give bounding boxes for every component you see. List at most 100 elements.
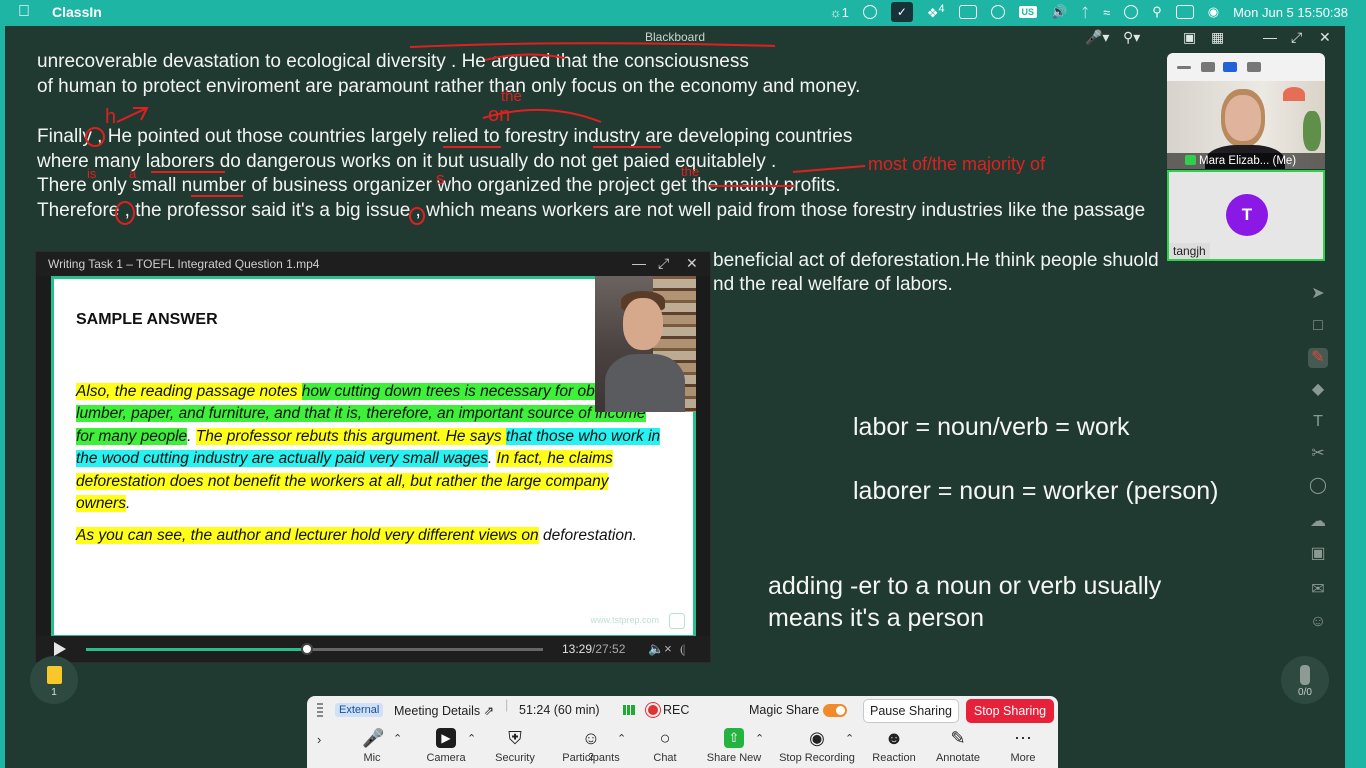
collapse-chevron-icon[interactable]: › [317,732,321,747]
participant-gallery: Mara Elizab... (Me) T tangjh [1167,53,1325,261]
external-badge: External [335,703,384,717]
chat-button[interactable]: ○ Chat [647,728,683,764]
video-controls: 13:29/27:52 🔈× ⦇ [36,636,710,662]
participants-options-chevron-icon[interactable]: ⌃ [617,732,626,745]
security-button[interactable]: ⛨ Security [493,728,537,764]
meeting-details-button[interactable]: Meeting Details ⇗ [394,703,494,718]
plain-text: . [125,495,131,513]
spotlight-search-icon[interactable]: ⚲ [1152,4,1162,20]
mic-button[interactable]: 🎤 Mic [355,728,389,764]
bluetooth-icon[interactable]: ᛏ [1081,5,1089,20]
video-player-window[interactable]: Writing Task 1 – TOEFL Integrated Questi… [35,251,711,663]
highlight-yellow: Also, the reading passage notes [76,383,302,400]
time-machine-icon[interactable] [990,5,1005,19]
highlight-yellow: The professor rebuts this argument. He s… [195,427,506,445]
control-center-icon[interactable] [1175,5,1194,19]
rec-label: REC [663,703,690,717]
participant-name-tangjh: tangjh [1169,243,1210,259]
eraser-tool-icon[interactable]: ◆ [1308,380,1328,400]
toolbox-icon[interactable]: ▣ [1308,544,1328,564]
shield-icon: ⛨ [508,728,522,748]
video-minimize-icon[interactable]: — [632,255,646,271]
participant-tile-me[interactable]: Mara Elizab... (Me) [1167,81,1325,169]
seek-bar[interactable] [86,643,543,655]
drag-handle-icon[interactable] [317,703,323,717]
document-icon [47,666,62,684]
zoom-status-bar: External Meeting Details ⇗ | 51:24 (60 m… [307,696,1058,724]
participant-tile-tangjh[interactable]: T tangjh [1167,170,1325,261]
classin-tray-icon[interactable]: ✓ [890,2,913,22]
speaker-view-icon[interactable] [1223,62,1237,72]
record-options-chevron-icon[interactable]: ⌃ [845,732,854,745]
annotate-button[interactable]: ✎ Annotate [934,728,982,764]
mic-options-chevron-icon[interactable]: ⌃ [393,732,402,745]
slide-watermark: www.tstprep.com [590,615,659,625]
signal-strength-icon[interactable] [623,705,635,715]
cloud-tool-icon[interactable]: ☁ [1308,512,1328,532]
camera-options-chevron-icon[interactable]: ⌃ [467,732,476,745]
shape-tool-icon[interactable]: ◯ [1308,476,1328,496]
hide-icon[interactable] [1177,66,1191,69]
pen-tool-icon[interactable]: ✎ [1308,348,1328,368]
video-close-icon[interactable]: ✕ [686,255,698,272]
dropbox-icon[interactable]: ❖4 [927,3,945,21]
microphone-icon: 🎤 [362,728,385,748]
no-loop-icon[interactable]: ⦇ [680,641,685,657]
zoom-meeting-toolbar: External Meeting Details ⇗ | 51:24 (60 m… [307,696,1058,768]
gallery-view-icon[interactable] [1247,62,1261,72]
chat-tool-icon[interactable]: ✉ [1308,580,1328,600]
pencil-icon: ✎ [950,728,966,748]
battery-icon[interactable] [958,5,977,19]
pointer-tool-icon[interactable]: ➤ [1308,284,1328,304]
note-er-line-1: adding -er to a noun or verb usually [768,572,1162,600]
plain-text: deforestation. [538,527,637,544]
seek-handle[interactable] [301,643,314,655]
wechat-icon[interactable] [862,5,877,19]
board-tool-panel: ➤ □ ✎ ◆ T ✂ ◯ ☁ ▣ ✉ ☺ [1302,284,1334,644]
members-tool-icon[interactable]: ☺ [1308,612,1328,632]
tstprep-logo-icon [669,613,685,629]
pause-sharing-button[interactable]: Pause Sharing [863,699,959,723]
siri-icon[interactable]: ◉ [1208,4,1219,20]
highlight-yellow: As you can see, the author and lecturer … [76,527,539,544]
note-er-line-2: means it's a person [768,604,984,632]
mute-icon[interactable]: 🔈× [648,641,672,657]
magic-share-toggle[interactable] [823,704,847,717]
blackboard-window: Blackboard 🎤▾ ⚲▾ ▣ ▦ — ⤢ ✕ unrecoverable… [5,26,1345,768]
select-tool-icon[interactable]: □ [1308,316,1328,336]
video-titlebar[interactable]: Writing Task 1 – TOEFL Integrated Questi… [36,252,710,276]
reaction-button[interactable]: ☻ Reaction [872,728,916,764]
red-note-h: h [105,106,117,128]
thumbnail-view-icon[interactable] [1201,62,1215,72]
more-button[interactable]: ⋯ More [1005,728,1041,764]
presenter-video [595,276,696,412]
camera-button[interactable]: ▶ Camera [425,728,467,764]
wifi-icon[interactable]: ≈ [1103,5,1110,20]
volume-icon[interactable]: 🔊 [1051,4,1067,20]
apple-icon[interactable]:  [18,3,30,21]
screen-share-icon [1185,155,1196,165]
scissors-tool-icon[interactable]: ✂ [1308,444,1328,464]
user-icon[interactable] [1124,5,1139,19]
seat-button[interactable]: 0/0 [1281,656,1329,704]
share-options-chevron-icon[interactable]: ⌃ [755,732,764,745]
documents-button[interactable]: 1 [30,656,78,704]
text-tool-icon[interactable]: T [1308,412,1328,432]
input-source-indicator[interactable]: US [1018,6,1038,18]
play-icon[interactable] [54,642,66,656]
status-tray: ☼1 ✓ ❖4 US 🔊 ᛏ ≈ ⚲ ◉ Mon Jun 5 15:50:38 [830,0,1366,24]
avatar: T [1226,194,1268,236]
stop-sharing-button[interactable]: Stop Sharing [966,699,1054,723]
notification-indicator[interactable]: ☼1 [830,5,849,20]
stop-recording-button[interactable]: ◉ Stop Recording [779,728,855,764]
video-time: 13:29/27:52 [562,642,626,656]
seat-count: 0/0 [1298,687,1312,698]
note-laborer: laborer = noun = worker (person) [853,477,1219,505]
app-name[interactable]: ClassIn [52,4,102,20]
video-title: Writing Task 1 – TOEFL Integrated Questi… [48,257,320,271]
menubar-datetime[interactable]: Mon Jun 5 15:50:38 [1233,5,1348,20]
magic-share-label: Magic Share [749,703,820,717]
video-fullscreen-icon[interactable]: ⤢ [658,255,669,272]
participants-button[interactable]: ☺2 Participants [559,728,623,764]
video-camera-icon: ▶ [436,728,456,748]
